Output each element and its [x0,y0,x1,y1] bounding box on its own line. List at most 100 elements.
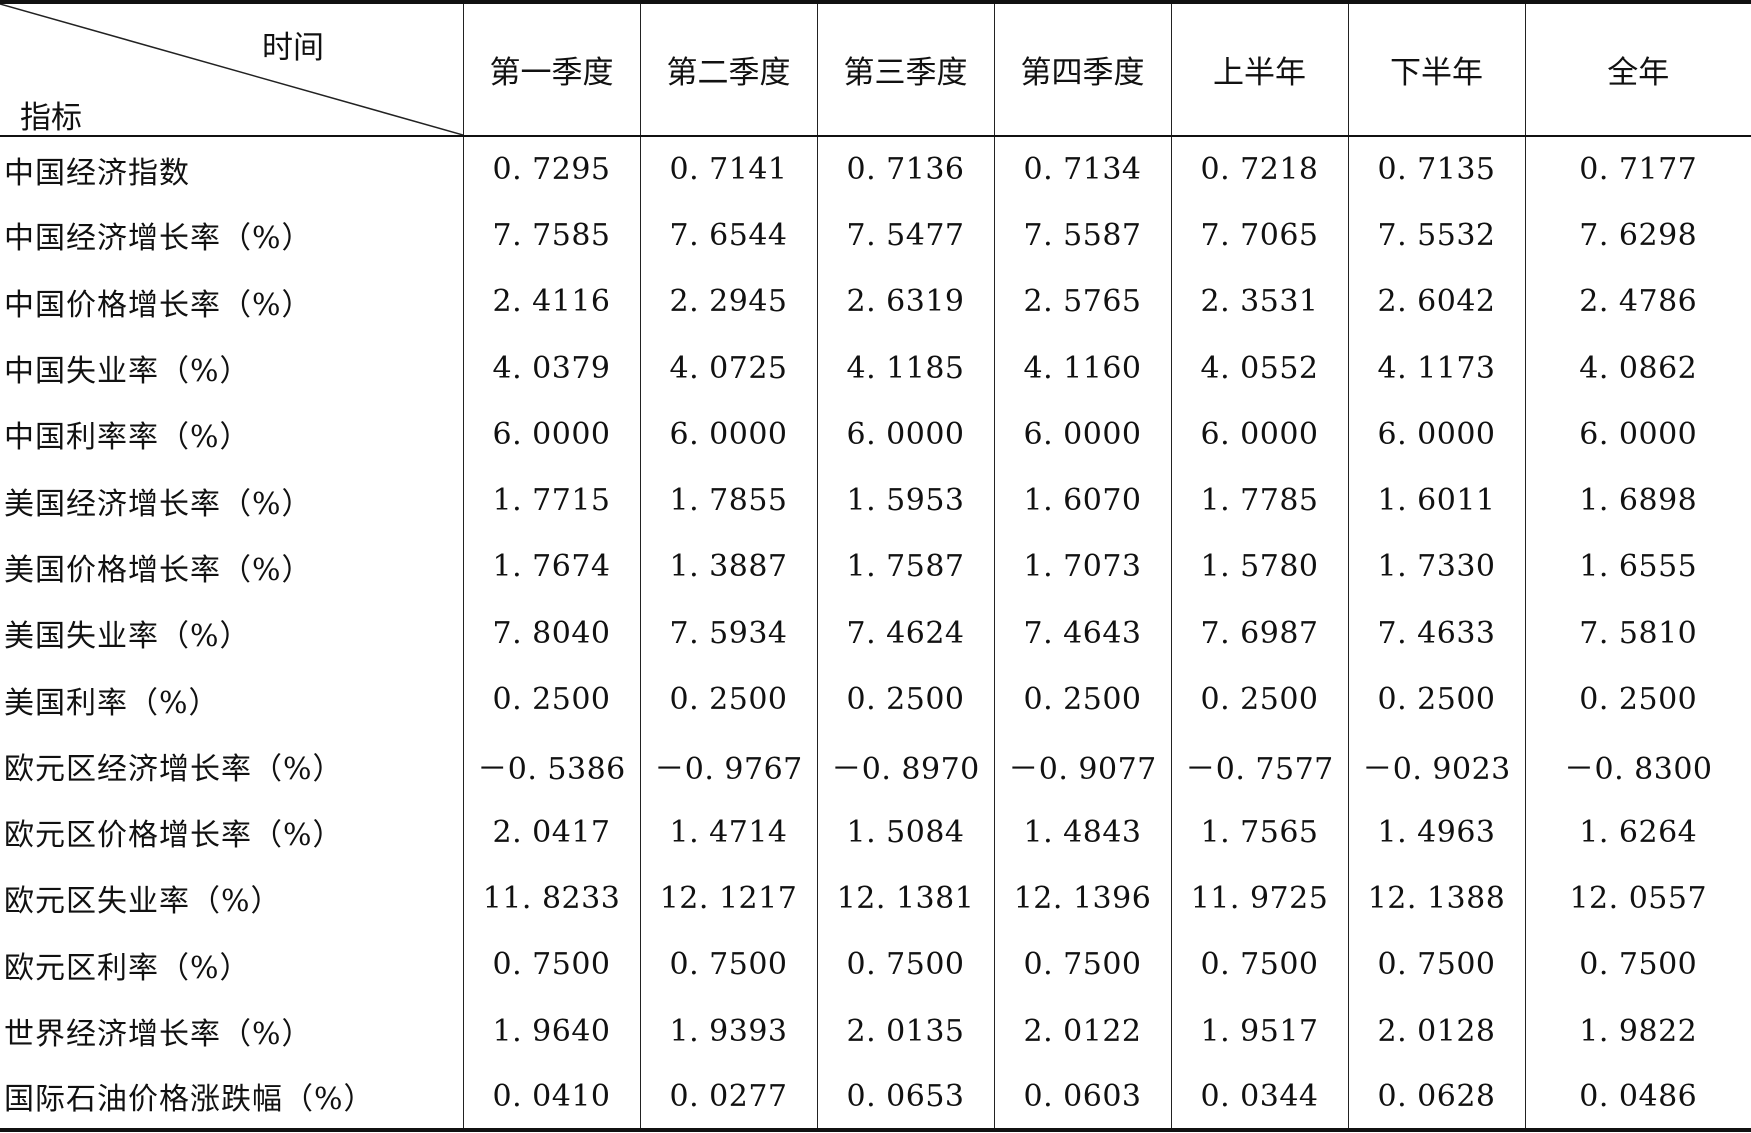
value-cell: 0. 7135 [1347,136,1525,203]
value-cell: 2. 6319 [816,268,994,335]
value-cell: 0. 7500 [1524,931,1751,998]
value-cell: 0. 7500 [816,931,994,998]
value-cell: 7. 4643 [993,600,1171,667]
value-cell: 0. 7500 [462,931,640,998]
table-row: 中国经济增长率（%） 7. 7585 7. 6544 7. 5477 7. 5587 7.… [0,202,1751,269]
indicator-cell: 中国经济增长率（%） [4,221,313,257]
value-cell: 12. 0557 [1524,865,1751,932]
value-cell: 7. 6544 [639,202,817,269]
value-cell: 6. 0000 [816,401,994,468]
value-cell: 7. 7065 [1170,202,1348,269]
column-header-q2: 第二季度 [639,0,817,137]
value-cell: 0. 7136 [816,136,994,203]
corner-time-label: 时间 [262,30,324,66]
value-cell: 1. 7715 [462,467,640,534]
value-cell: 12. 1381 [816,865,994,932]
value-cell: 6. 0000 [462,401,640,468]
value-cell: 2. 0135 [816,997,994,1065]
value-cell: 12. 1396 [993,865,1171,932]
value-cell: 1. 7330 [1347,533,1525,601]
table-row: 中国利率率（%） 6. 0000 6. 0000 6. 0000 6. 0000 6. 0… [0,401,1751,468]
corner-indicator-label: 指标 [20,100,82,136]
value-cell: 11. 9725 [1170,865,1348,932]
value-cell: －0. 5386 [462,732,640,799]
value-cell: 7. 4624 [816,600,994,667]
value-cell: 12. 1388 [1347,865,1525,932]
column-header-q3: 第三季度 [816,0,994,137]
table-row: 中国失业率（%） 4. 0379 4. 0725 4. 1185 4. 1160 4. 0… [0,334,1751,402]
value-cell: 2. 3531 [1170,268,1348,335]
value-cell: 0. 2500 [462,666,640,733]
table-row: 欧元区价格增长率（%） 2. 0417 1. 4714 1. 5084 1. 4843 1… [0,798,1751,866]
table-row: 欧元区经济增长率（%） －0. 5386 －0. 9767 －0. 8970 －0. 9… [0,732,1751,799]
table-row: 国际石油价格涨跌幅（%） 0. 0410 0. 0277 0. 0653 0. 0603… [0,1064,1751,1133]
value-cell: 7. 5934 [639,600,817,667]
value-cell: 0. 7500 [639,931,817,998]
table-row: 欧元区失业率（%） 11. 8233 12. 1217 12. 1381 12. 139… [0,865,1751,932]
value-cell: －0. 8970 [816,732,994,799]
value-cell: 0. 7500 [1347,931,1525,998]
column-header-q1: 第一季度 [462,0,640,137]
indicator-cell: 欧元区失业率（%） [4,884,282,920]
value-cell: 6. 0000 [1524,401,1751,468]
value-cell: 6. 0000 [993,401,1171,468]
column-header-h2: 下半年 [1347,0,1525,137]
indicator-cell: 美国价格增长率（%） [4,552,313,588]
value-cell: 1. 6011 [1347,467,1525,534]
indicator-cell: 国际石油价格涨跌幅（%） [0,1064,463,1133]
corner-header-cell: 时间 指标 [0,0,463,137]
value-cell: 2. 6042 [1347,268,1525,335]
indicator-cell: 欧元区利率（%） [4,950,251,986]
value-cell: 1. 7785 [1170,467,1348,534]
column-header-q4: 第四季度 [993,0,1171,137]
value-cell: 0. 0344 [1170,1064,1348,1133]
value-cell: 4. 1173 [1347,334,1525,402]
value-cell: 0. 2500 [1524,666,1751,733]
indicator-cell: 美国失业率（%） [4,619,251,655]
value-cell: 2. 5765 [993,268,1171,335]
value-cell: 0. 2500 [1347,666,1525,733]
value-cell: 1. 5780 [1170,533,1348,601]
value-cell: 7. 4633 [1347,600,1525,667]
value-cell: 2. 2945 [639,268,817,335]
value-cell: 1. 3887 [639,533,817,601]
value-cell: 7. 5810 [1524,600,1751,667]
value-cell: 0. 7500 [993,931,1171,998]
value-cell: 7. 6298 [1524,202,1751,269]
value-cell: 6. 0000 [1347,401,1525,468]
value-cell: 0. 7500 [1170,931,1348,998]
value-cell: 1. 5084 [816,798,994,866]
value-cell: 1. 7565 [1170,798,1348,866]
value-cell: 1. 9640 [462,997,640,1065]
value-cell: 1. 6070 [993,467,1171,534]
value-cell: 1. 7855 [639,467,817,534]
value-cell: 7. 5532 [1347,202,1525,269]
value-cell: 1. 4963 [1347,798,1525,866]
table-row: 世界经济增长率（%） 1. 9640 1. 9393 2. 0135 2. 0122 1.… [0,997,1751,1065]
value-cell: 4. 0379 [462,334,640,402]
value-cell: 1. 9517 [1170,997,1348,1065]
value-cell: 7. 5477 [816,202,994,269]
value-cell: 0. 7134 [993,136,1171,203]
value-cell: 2. 0128 [1347,997,1525,1065]
value-cell: －0. 7577 [1170,732,1348,799]
table-row: 美国经济增长率（%） 1. 7715 1. 7855 1. 5953 1. 6070 1.… [0,467,1751,534]
value-cell: 0. 7295 [462,136,640,203]
value-cell: 4. 0725 [639,334,817,402]
value-cell: 1. 7587 [816,533,994,601]
indicator-cell: 中国失业率（%） [4,354,251,390]
indicator-cell: 中国利率率（%） [4,420,251,456]
value-cell: 0. 2500 [993,666,1171,733]
value-cell: 7. 8040 [462,600,640,667]
value-cell: 2. 0122 [993,997,1171,1065]
indicator-cell: 中国经济指数 [4,155,190,191]
value-cell: 0. 0410 [462,1064,640,1133]
table-row: 美国利率（%） 0. 2500 0. 2500 0. 2500 0. 2500 0. 25… [0,666,1751,733]
value-cell: －0. 9023 [1347,732,1525,799]
indicator-cell: 欧元区价格增长率（%） [4,818,344,854]
value-cell: 0. 0486 [1524,1064,1751,1133]
table-row: 美国价格增长率（%） 1. 7674 1. 3887 1. 7587 1. 7073 1.… [0,533,1751,601]
table-row: 美国失业率（%） 7. 8040 7. 5934 7. 4624 7. 4643 7. 6… [0,600,1751,667]
value-cell: 0. 2500 [639,666,817,733]
value-cell: 1. 4714 [639,798,817,866]
